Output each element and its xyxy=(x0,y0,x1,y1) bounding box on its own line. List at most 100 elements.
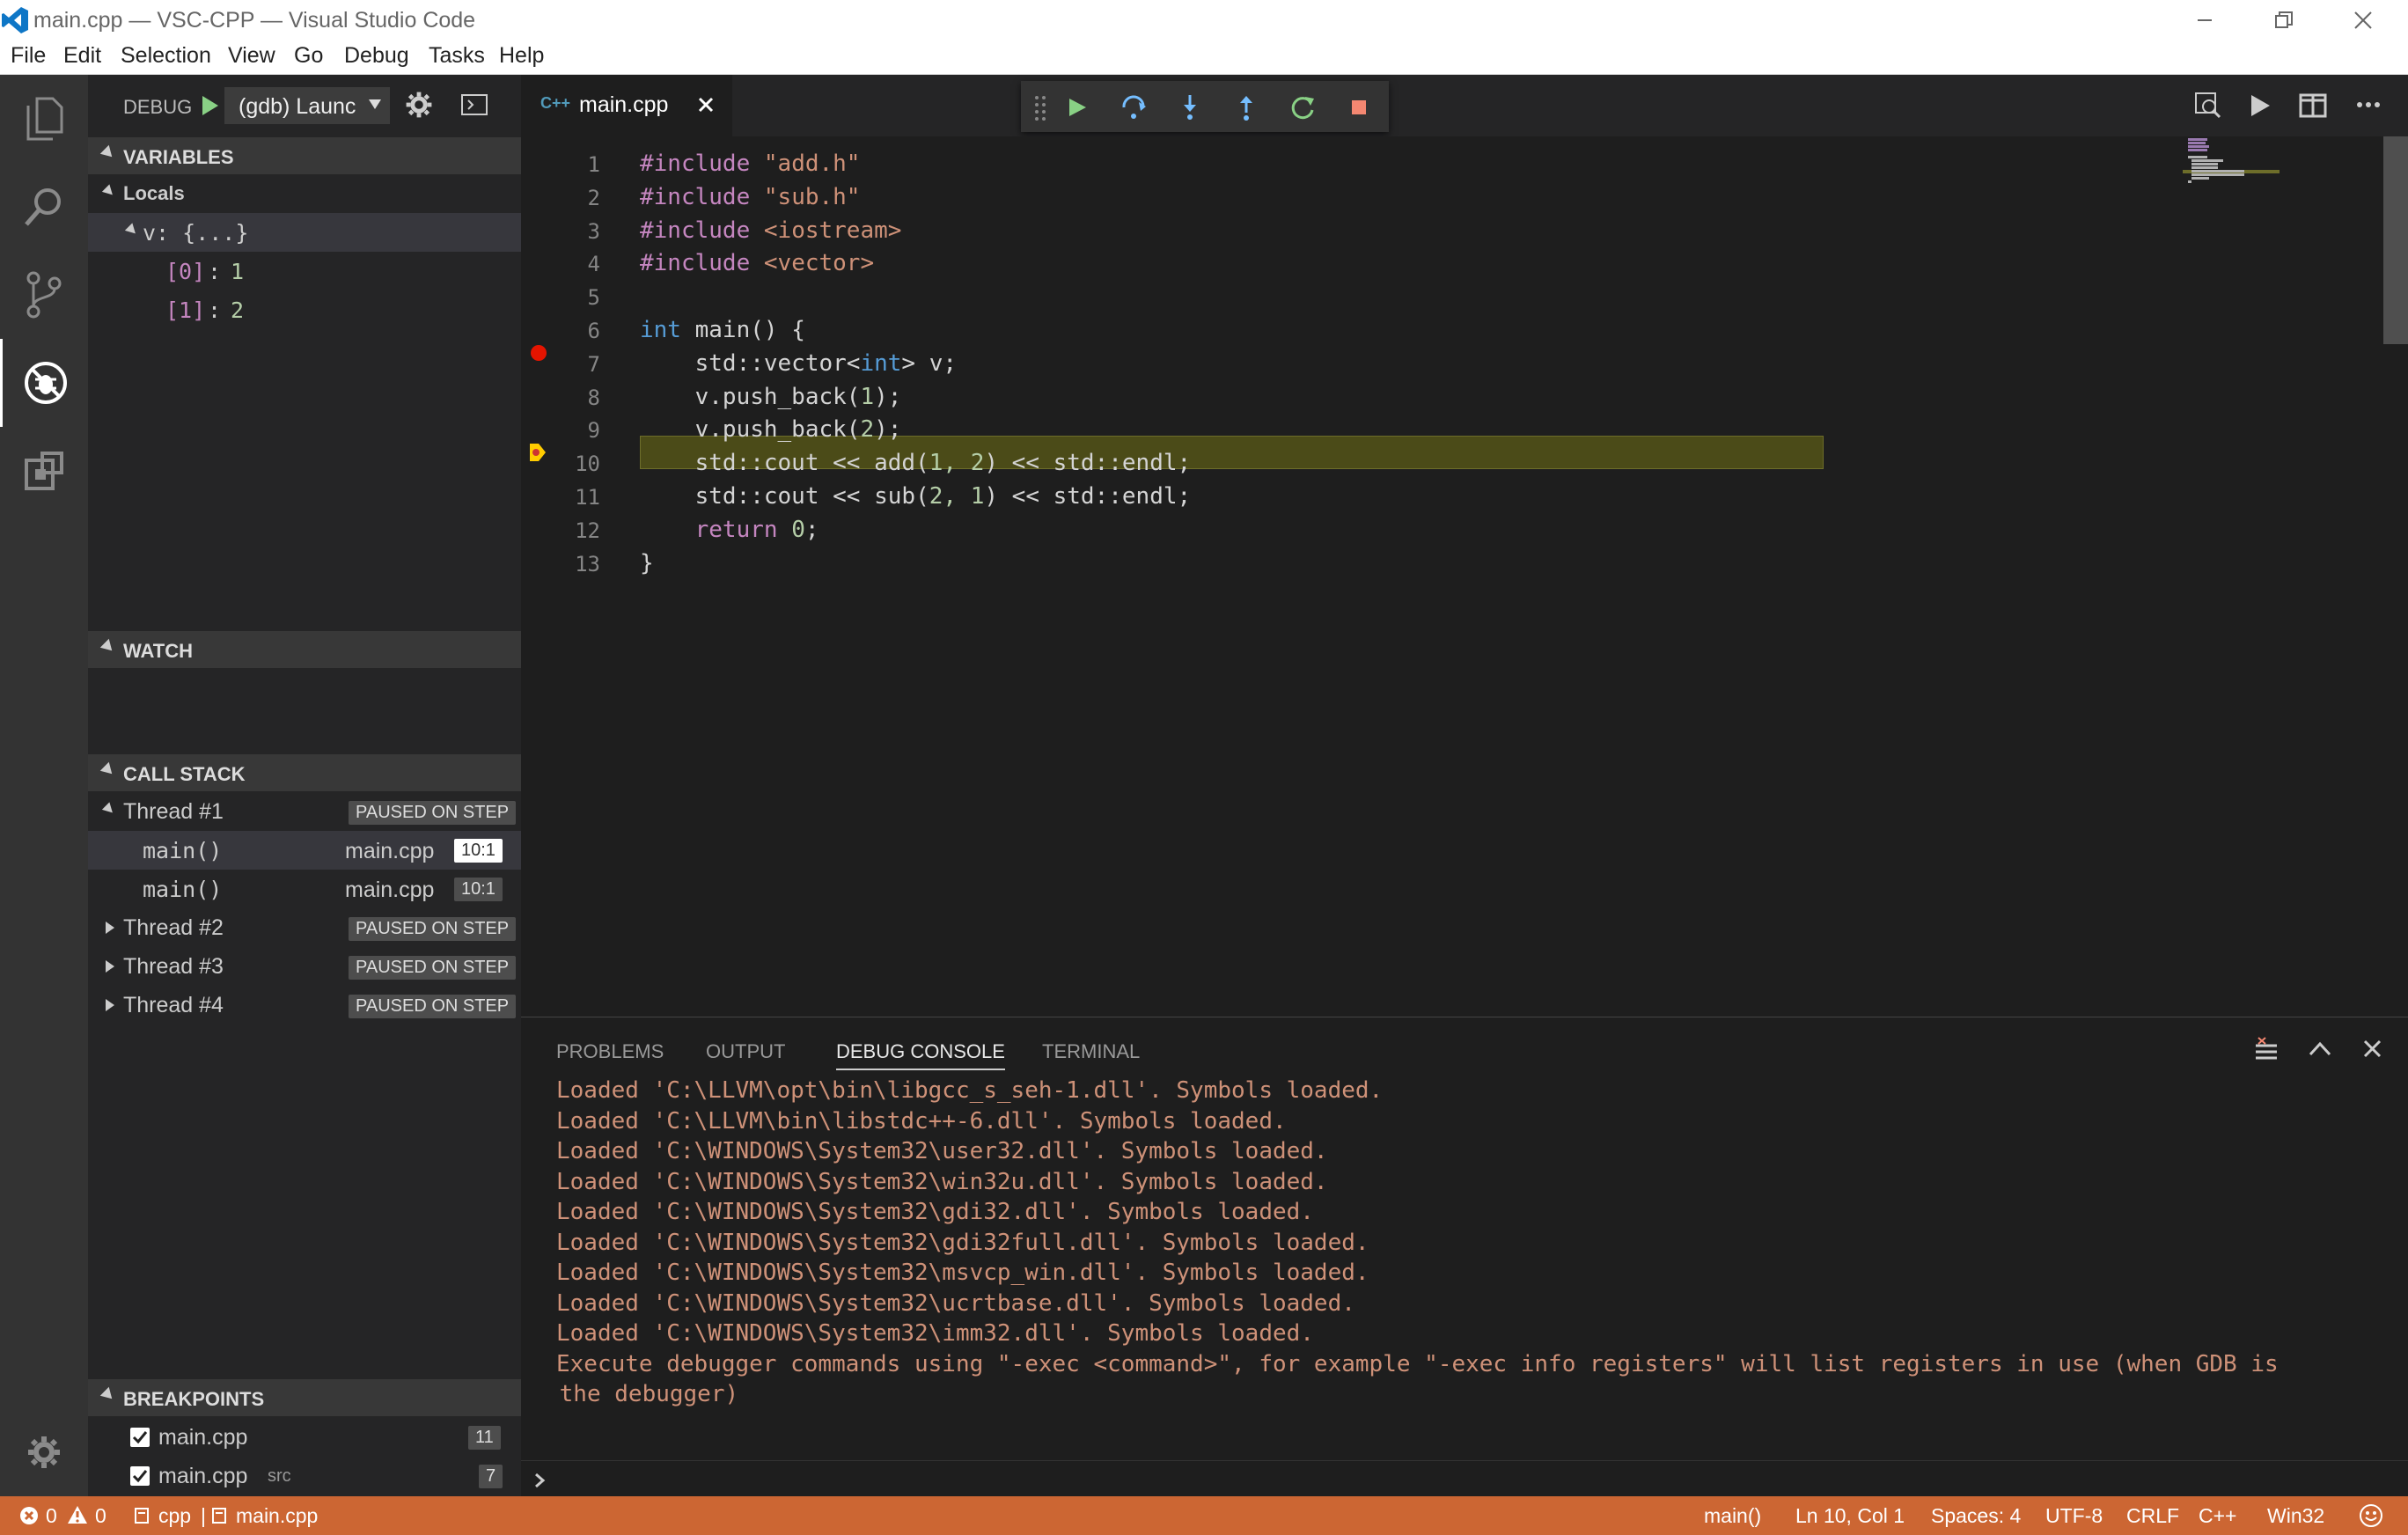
menu-edit[interactable]: Edit xyxy=(63,43,101,69)
vscode-logo-icon xyxy=(0,5,30,35)
debug-icon[interactable] xyxy=(0,339,88,427)
tab-terminal[interactable]: TERMINAL xyxy=(1042,1040,1140,1063)
line-number: 6 xyxy=(587,319,600,343)
continue-icon[interactable] xyxy=(1060,90,1095,125)
stack-frame-row[interactable]: main() main.cpp 10:1 xyxy=(88,870,521,908)
variables-section-header[interactable]: VARIABLES xyxy=(88,137,521,174)
close-window-button[interactable] xyxy=(2324,0,2403,40)
console-line: Loaded 'C:\WINDOWS\System32\user32.dll'.… xyxy=(556,1138,1328,1164)
step-over-icon[interactable] xyxy=(1116,90,1151,125)
tab-output[interactable]: OUTPUT xyxy=(706,1040,785,1063)
call-stack-header-label: CALL STACK xyxy=(123,763,246,785)
menu-selection[interactable]: Selection xyxy=(121,43,211,69)
split-editor-icon[interactable] xyxy=(2299,92,2327,119)
explorer-icon[interactable] xyxy=(0,75,88,163)
open-changes-icon[interactable] xyxy=(2193,91,2221,119)
console-input[interactable] xyxy=(521,1460,2408,1497)
drag-handle-icon[interactable] xyxy=(1023,90,1058,125)
warning-count[interactable]: 0 xyxy=(95,1504,106,1528)
watch-section-header[interactable]: WATCH xyxy=(88,631,521,668)
thread-row[interactable]: Thread #4 PAUSED ON STEP xyxy=(88,986,521,1025)
debug-console-toggle-icon[interactable] xyxy=(461,94,488,115)
debug-config-select[interactable]: (gdb) Launc xyxy=(224,87,390,124)
warning-icon xyxy=(67,1505,88,1524)
tab-debug-console[interactable]: DEBUG CONSOLE xyxy=(836,1040,1005,1070)
maximize-panel-icon[interactable] xyxy=(2308,1039,2332,1060)
code-editor[interactable]: 1 2 3 4 5 6 7 8 9 10 11 12 13 #include "add.h" #inclu… xyxy=(521,136,2408,1017)
code-token: #include xyxy=(640,250,751,277)
breakpoint-checkbox[interactable] xyxy=(130,1428,150,1447)
menu-tasks[interactable]: Tasks xyxy=(429,43,485,69)
locals-scope-row[interactable]: Locals xyxy=(88,174,521,213)
status-file[interactable]: main.cpp xyxy=(236,1504,318,1528)
call-stack-section-header[interactable]: CALL STACK xyxy=(88,754,521,791)
status-workspace[interactable]: cpp xyxy=(158,1504,191,1528)
variables-header-label: VARIABLES xyxy=(123,146,234,168)
tab-problems[interactable]: PROBLEMS xyxy=(556,1040,664,1063)
error-count[interactable]: 0 xyxy=(46,1504,57,1528)
clear-console-icon[interactable] xyxy=(2253,1037,2280,1063)
line-number: 1 xyxy=(587,152,600,177)
variable-index: [0] xyxy=(165,259,206,284)
step-out-icon[interactable] xyxy=(1229,90,1264,125)
breakpoint-row[interactable]: main.cpp 11 xyxy=(88,1417,521,1456)
thread-row[interactable]: Thread #3 PAUSED ON STEP xyxy=(88,947,521,986)
menu-view[interactable]: View xyxy=(228,43,275,69)
code-line: return 0; xyxy=(640,517,819,543)
source-control-icon[interactable] xyxy=(0,251,88,339)
extensions-icon[interactable] xyxy=(0,427,88,515)
debug-action-toolbar xyxy=(1021,81,1389,132)
menu-debug[interactable]: Debug xyxy=(344,43,409,69)
editor-scrollbar-thumb[interactable] xyxy=(2383,136,2408,344)
status-platform[interactable]: Win32 xyxy=(2267,1504,2324,1528)
menu-file[interactable]: File xyxy=(11,43,46,69)
breakpoint-checkbox[interactable] xyxy=(130,1466,150,1486)
menu-go[interactable]: Go xyxy=(294,43,323,69)
debug-label: DEBUG xyxy=(123,96,193,118)
restore-button[interactable] xyxy=(2244,0,2324,40)
breakpoints-section-header[interactable]: BREAKPOINTS xyxy=(88,1379,521,1416)
console-line: Execute debugger commands using "-exec <… xyxy=(556,1350,2279,1377)
more-actions-icon[interactable] xyxy=(2355,94,2382,115)
feedback-smiley-icon[interactable] xyxy=(2359,1503,2383,1528)
run-file-icon[interactable] xyxy=(2248,92,2272,119)
stop-icon[interactable] xyxy=(1341,90,1377,125)
tab-main-cpp[interactable]: C++ main.cpp xyxy=(521,75,732,136)
debug-settings-gear-icon[interactable] xyxy=(405,91,433,119)
prompt-chevron-icon xyxy=(535,1473,546,1488)
status-encoding[interactable]: UTF-8 xyxy=(2045,1504,2103,1528)
code-number: 1 xyxy=(860,383,875,410)
start-debugging-icon[interactable] xyxy=(201,94,220,117)
minimap[interactable] xyxy=(2183,136,2376,1017)
status-cursor-position[interactable]: Ln 10, Col 1 xyxy=(1795,1504,1905,1528)
thread-row[interactable]: Thread #2 PAUSED ON STEP xyxy=(88,908,521,947)
variable-item-row[interactable]: [1] : 2 xyxy=(88,290,521,329)
variable-row-v[interactable]: v: {...} xyxy=(88,213,521,252)
code-token: "add.h" xyxy=(750,151,861,177)
restart-icon[interactable] xyxy=(1285,90,1320,125)
code-token: "sub.h" xyxy=(750,183,861,210)
variable-item-row[interactable]: [0] : 1 xyxy=(88,252,521,290)
step-into-icon[interactable] xyxy=(1172,90,1208,125)
close-panel-icon[interactable] xyxy=(2362,1039,2383,1060)
menu-help[interactable]: Help xyxy=(499,43,544,69)
minimize-button[interactable] xyxy=(2165,0,2244,40)
code-token: std::cout << sub( xyxy=(640,483,929,510)
settings-gear-icon[interactable] xyxy=(0,1408,88,1496)
status-language[interactable]: C++ xyxy=(2199,1504,2236,1528)
stack-frame-row[interactable]: main() main.cpp 10:1 xyxy=(88,831,521,870)
console-line: Loaded 'C:\WINDOWS\System32\msvcp_win.dl… xyxy=(556,1260,1369,1286)
line-number: 5 xyxy=(587,285,600,311)
status-badge: PAUSED ON STEP xyxy=(349,956,517,980)
collapse-caret-icon xyxy=(99,761,117,779)
code-token: ; xyxy=(804,516,819,543)
console-line: Loaded 'C:\WINDOWS\System32\imm32.dll'. … xyxy=(556,1320,1314,1347)
thread-row[interactable]: Thread #1 PAUSED ON STEP xyxy=(88,792,521,831)
status-function[interactable]: main() xyxy=(1704,1504,1761,1528)
close-tab-icon[interactable] xyxy=(697,96,715,114)
status-eol[interactable]: CRLF xyxy=(2126,1504,2179,1528)
breakpoint-row[interactable]: main.cpp src 7 xyxy=(88,1456,521,1495)
status-indentation[interactable]: Spaces: 4 xyxy=(1931,1504,2021,1528)
breakpoint-dot-icon[interactable] xyxy=(530,344,547,362)
search-icon[interactable] xyxy=(0,163,88,251)
